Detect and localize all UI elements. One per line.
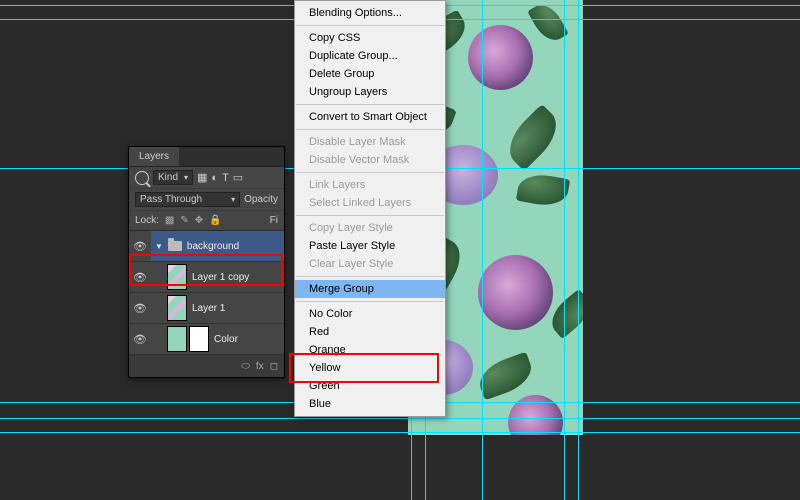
blend-mode-dropdown[interactable]: Pass Through ▾ — [135, 192, 240, 207]
layer-context-menu: Blending Options... Copy CSSDuplicate Gro… — [294, 0, 446, 417]
menu-item[interactable]: Green — [295, 377, 445, 395]
layer-row-group[interactable]: 👁 ▼ background — [129, 231, 284, 262]
menu-item[interactable]: No Color — [295, 305, 445, 323]
layers-panel: Layers Kind ▾ ▦ ◐ T ▭ Pass Through ▾ Opa… — [128, 146, 285, 378]
menu-separator — [296, 276, 444, 277]
menu-separator — [296, 104, 444, 105]
menu-separator — [296, 215, 444, 216]
layer-filter-row: Kind ▾ ▦ ◐ T ▭ — [129, 167, 284, 189]
filter-shape-icon[interactable]: ▭ — [233, 171, 243, 184]
menu-item[interactable]: Ungroup Layers — [295, 83, 445, 101]
lock-row: Lock: ▩ ✎ ✥ 🔒 Fi — [129, 211, 284, 231]
chevron-down-icon: ▾ — [231, 195, 235, 204]
menu-item: Select Linked Layers — [295, 194, 445, 212]
filter-adjustment-icon[interactable]: ◐ — [211, 172, 218, 184]
panel-tab-bar: Layers — [129, 147, 284, 167]
link-layers-icon[interactable]: ⬭ — [241, 361, 250, 372]
menu-item: Disable Vector Mask — [295, 151, 445, 169]
menu-item[interactable]: Red — [295, 323, 445, 341]
menu-separator — [296, 172, 444, 173]
mask-icon[interactable]: ◻ — [270, 361, 278, 372]
fill-label: Fi — [270, 215, 278, 226]
lock-position-icon[interactable]: ✥ — [195, 215, 203, 226]
layer-name[interactable]: Layer 1 — [192, 303, 225, 314]
layer-name[interactable]: background — [187, 241, 239, 252]
layer-content: ▼ background — [151, 231, 284, 261]
menu-item[interactable]: Duplicate Group... — [295, 47, 445, 65]
menu-separator — [296, 25, 444, 26]
menu-separator — [296, 129, 444, 130]
menu-item: Clear Layer Style — [295, 255, 445, 273]
filter-type-icon[interactable]: T — [222, 172, 229, 184]
menu-item[interactable]: Yellow — [295, 359, 445, 377]
blend-mode-row: Pass Through ▾ Opacity — [129, 189, 284, 211]
visibility-toggle[interactable]: 👁 — [129, 271, 151, 284]
ruler-guide-h — [0, 432, 800, 433]
visibility-toggle[interactable]: 👁 — [129, 302, 151, 315]
layer-mask-thumbnail[interactable] — [189, 326, 209, 352]
lock-label: Lock: — [135, 215, 159, 226]
menu-item[interactable]: Merge Group — [295, 280, 445, 298]
menu-item[interactable]: Convert to Smart Object — [295, 108, 445, 126]
layer-content: Layer 1 copy — [151, 262, 284, 292]
visibility-toggle[interactable]: 👁 — [129, 333, 151, 346]
layer-name[interactable]: Color — [214, 334, 238, 345]
lock-paint-icon[interactable]: ✎ — [180, 215, 188, 226]
menu-item[interactable]: Paste Layer Style — [295, 237, 445, 255]
menu-item[interactable]: Copy CSS — [295, 29, 445, 47]
fx-icon[interactable]: fx — [256, 361, 264, 372]
disclosure-triangle-icon[interactable]: ▼ — [155, 242, 163, 251]
layer-content: Layer 1 — [151, 293, 284, 323]
layer-row[interactable]: 👁 Layer 1 — [129, 293, 284, 324]
ruler-guide-h — [0, 418, 800, 419]
filter-kind-label: Kind — [158, 172, 178, 183]
menu-item: Link Layers — [295, 176, 445, 194]
lock-all-icon[interactable]: 🔒 — [209, 215, 221, 226]
lock-transparency-icon[interactable]: ▩ — [165, 215, 174, 226]
menu-item[interactable]: Delete Group — [295, 65, 445, 83]
opacity-label: Opacity — [244, 194, 278, 205]
layer-content: Color — [151, 324, 284, 354]
layer-thumbnail[interactable] — [167, 295, 187, 321]
chevron-down-icon: ▾ — [184, 173, 188, 182]
menu-item[interactable]: Blending Options... — [295, 4, 445, 22]
menu-item[interactable]: Blue — [295, 395, 445, 413]
menu-item: Disable Layer Mask — [295, 133, 445, 151]
layer-thumbnail[interactable] — [167, 264, 187, 290]
layer-name[interactable]: Layer 1 copy — [192, 272, 249, 283]
layers-tab[interactable]: Layers — [129, 147, 179, 166]
layers-panel-footer: ⬭ fx ◻ — [129, 355, 284, 377]
menu-item: Copy Layer Style — [295, 219, 445, 237]
blend-mode-value: Pass Through — [140, 194, 202, 205]
menu-item[interactable]: Orange — [295, 341, 445, 359]
layer-thumbnail[interactable] — [167, 326, 187, 352]
visibility-toggle[interactable]: 👁 — [129, 240, 151, 253]
folder-icon — [168, 241, 182, 251]
layer-row[interactable]: 👁 Color — [129, 324, 284, 355]
search-icon — [135, 171, 149, 185]
layer-row[interactable]: 👁 Layer 1 copy — [129, 262, 284, 293]
menu-separator — [296, 301, 444, 302]
filter-pixel-icon[interactable]: ▦ — [197, 171, 207, 184]
filter-kind-dropdown[interactable]: Kind ▾ — [153, 170, 193, 185]
